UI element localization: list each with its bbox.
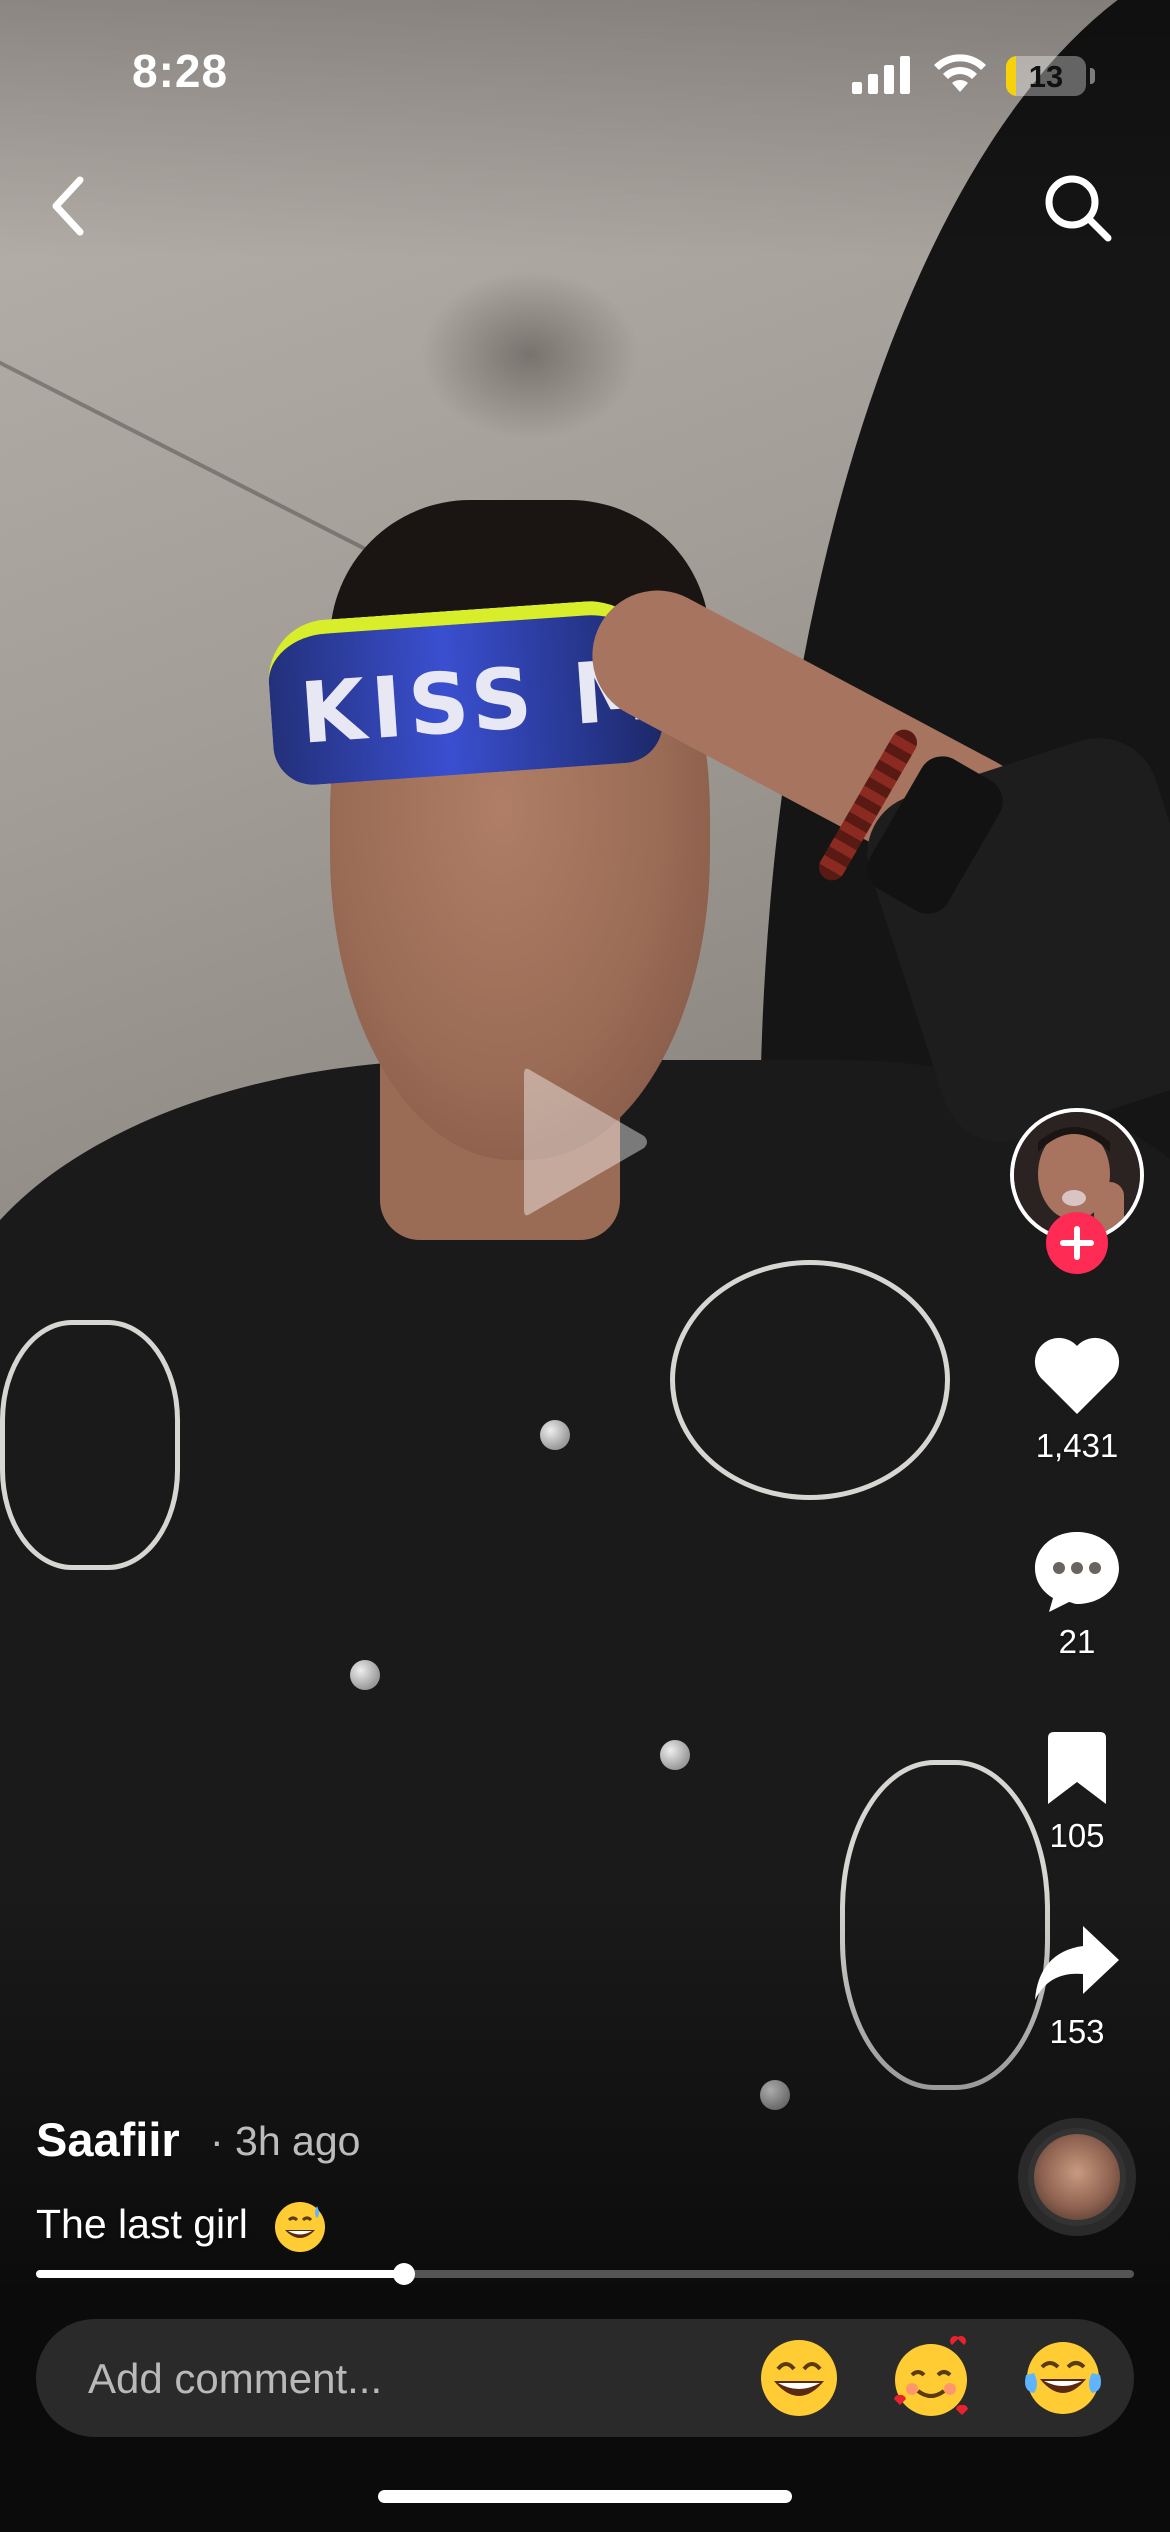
wall-stain bbox=[420, 270, 640, 440]
share-arrow-icon bbox=[1035, 1926, 1119, 2000]
caption: The last girl bbox=[36, 2200, 327, 2254]
bookmark-count: 105 bbox=[1049, 1817, 1105, 1854]
author-name[interactable]: Saafiir bbox=[36, 2112, 180, 2167]
comment-count: 21 bbox=[1058, 1623, 1096, 1660]
top-shade bbox=[0, 0, 1170, 260]
progress-handle[interactable] bbox=[392, 2263, 415, 2285]
beaming-face-emoji-button[interactable] bbox=[756, 2335, 842, 2421]
status-time: 8:28 bbox=[132, 45, 229, 97]
cellular-signal-icon bbox=[852, 56, 910, 94]
play-icon[interactable] bbox=[516, 1060, 652, 1224]
smiling-face-with-hearts-emoji-button[interactable] bbox=[888, 2335, 974, 2421]
plus-icon bbox=[1060, 1226, 1094, 1260]
jacket-emblem bbox=[670, 1260, 950, 1500]
video-progress-bar[interactable] bbox=[36, 2263, 1134, 2285]
heart-icon bbox=[1034, 1337, 1120, 1414]
post-time: · 3h ago bbox=[210, 2118, 361, 2164]
comment-placeholder: Add comment... bbox=[88, 2355, 383, 2402]
chevron-left-icon bbox=[52, 176, 84, 236]
face-with-tears-of-joy-emoji-button[interactable] bbox=[1020, 2335, 1106, 2421]
share-button[interactable]: 153 bbox=[1010, 1922, 1144, 2051]
jacket-snap bbox=[350, 1660, 380, 1690]
battery-cap bbox=[1090, 68, 1095, 84]
music-disc[interactable] bbox=[1018, 2118, 1136, 2236]
like-button[interactable]: 1,431 bbox=[1010, 1334, 1144, 1465]
share-count: 153 bbox=[1049, 2013, 1105, 2050]
search-icon bbox=[1045, 175, 1112, 242]
music-cover-image bbox=[1034, 2134, 1120, 2220]
comment-input[interactable]: Add comment... bbox=[36, 2319, 1134, 2437]
grinning-face-with-sweat-icon bbox=[275, 2202, 326, 2252]
bookmark-button[interactable]: 105 bbox=[1010, 1730, 1144, 1855]
jacket-snap bbox=[540, 1420, 570, 1450]
bookmark-icon bbox=[1048, 1732, 1106, 1804]
video-screen: KISS ME 8:28 13 1,431 21 105 153 Saafiir… bbox=[0, 0, 1170, 2532]
comment-button[interactable]: 21 bbox=[1010, 1528, 1144, 1661]
jacket-emblem bbox=[0, 1320, 180, 1570]
like-count: 1,431 bbox=[1035, 1427, 1119, 1464]
search-button[interactable] bbox=[1040, 170, 1116, 246]
follow-button[interactable] bbox=[1046, 1212, 1108, 1274]
wifi-icon bbox=[934, 54, 986, 92]
comment-bubble-icon bbox=[1035, 1532, 1119, 1612]
battery-level: 13 bbox=[1028, 59, 1064, 94]
caption-text: The last girl bbox=[36, 2200, 248, 2247]
jacket-snap bbox=[660, 1740, 690, 1770]
progress-fill bbox=[36, 2270, 404, 2278]
battery-icon: 13 bbox=[1006, 56, 1086, 96]
home-indicator[interactable] bbox=[378, 2490, 792, 2503]
back-button[interactable] bbox=[36, 170, 100, 242]
